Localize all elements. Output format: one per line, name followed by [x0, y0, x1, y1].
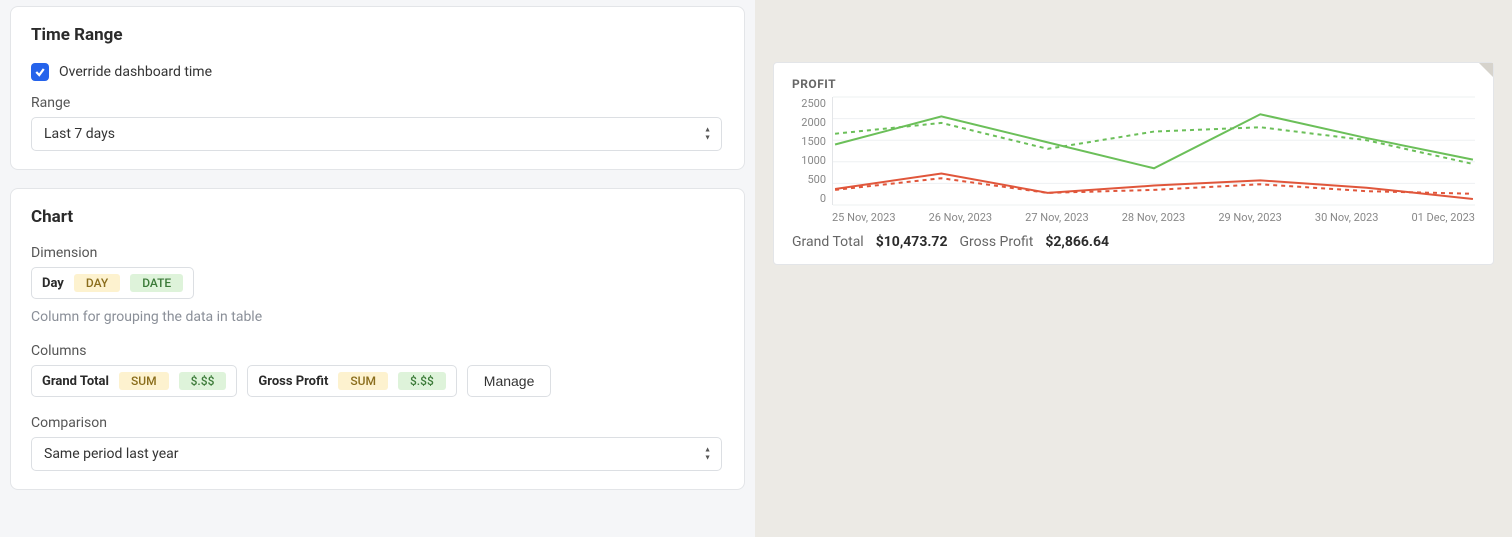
- range-select-value: Last 7 days: [44, 126, 115, 142]
- comparison-select-value: Same period last year: [44, 446, 179, 462]
- columns-label: Columns: [31, 343, 724, 359]
- override-dashboard-time-checkbox[interactable]: [31, 63, 49, 81]
- chart-plot: [832, 97, 1475, 205]
- dimension-chip-day[interactable]: Day DAY DATE: [31, 267, 194, 299]
- range-select[interactable]: Last 7 days ▲▼: [31, 117, 722, 151]
- chart-area: 2500 2000 1500 1000 500 0: [792, 97, 1475, 205]
- time-range-card: Time Range Override dashboard time Range…: [10, 6, 745, 170]
- comparison-select[interactable]: Same period last year ▲▼: [31, 437, 722, 471]
- select-chevron-icon: ▲▼: [704, 127, 711, 142]
- x-tick: 28 Nov, 2023: [1122, 211, 1186, 224]
- chart-series-line: [835, 114, 1473, 168]
- x-tick: 30 Nov, 2023: [1315, 211, 1379, 224]
- total-value: $10,473.72: [876, 234, 948, 250]
- x-axis: 25 Nov, 2023 26 Nov, 2023 27 Nov, 2023 28 N…: [832, 211, 1475, 224]
- column-tag-currency: $.$$: [398, 372, 446, 390]
- y-tick: 1000: [801, 154, 826, 167]
- dimension-tag-day: DAY: [74, 274, 120, 292]
- dimension-help: Column for grouping the data in table: [31, 309, 724, 325]
- column-chip-grand-total[interactable]: Grand Total SUM $.$$: [31, 365, 237, 397]
- y-tick: 500: [807, 173, 826, 186]
- dimension-chip-name: Day: [42, 276, 64, 291]
- y-tick: 1500: [801, 135, 826, 148]
- dimension-tag-date: DATE: [130, 274, 183, 292]
- total-label: Grand Total: [792, 234, 864, 250]
- total-label: Gross Profit: [959, 234, 1033, 250]
- column-chip-gross-profit[interactable]: Gross Profit SUM $.$$: [247, 365, 456, 397]
- column-chip-name: Gross Profit: [258, 374, 328, 389]
- y-axis: 2500 2000 1500 1000 500 0: [792, 97, 832, 205]
- chart-title: PROFIT: [792, 77, 1475, 91]
- column-tag-currency: $.$$: [179, 372, 227, 390]
- y-tick: 2000: [801, 116, 826, 129]
- time-range-title: Time Range: [31, 25, 724, 45]
- chart-totals: Grand Total $10,473.72 Gross Profit $2,8…: [792, 234, 1475, 250]
- card-corner-fold-icon: [1479, 63, 1493, 77]
- x-tick: 26 Nov, 2023: [929, 211, 993, 224]
- x-tick: 27 Nov, 2023: [1025, 211, 1089, 224]
- column-tag-sum: SUM: [338, 372, 388, 390]
- comparison-label: Comparison: [31, 415, 724, 431]
- y-tick: 0: [820, 192, 826, 205]
- column-tag-sum: SUM: [119, 372, 169, 390]
- y-tick: 2500: [801, 97, 826, 110]
- chart-settings-card: Chart Dimension Day DAY DATE Column for …: [10, 188, 745, 490]
- range-label: Range: [31, 95, 724, 111]
- chart-series-line: [835, 173, 1473, 198]
- dimension-label: Dimension: [31, 245, 724, 261]
- x-tick: 01 Dec, 2023: [1411, 211, 1475, 224]
- column-chip-name: Grand Total: [42, 374, 109, 389]
- x-tick: 25 Nov, 2023: [832, 211, 896, 224]
- chart-series-line: [835, 123, 1473, 164]
- profit-chart-card: PROFIT 2500 2000 1500 1000 500 0 25 Nov, 2023…: [773, 62, 1494, 265]
- select-chevron-icon: ▲▼: [704, 447, 711, 462]
- override-dashboard-time-label: Override dashboard time: [59, 64, 212, 80]
- chart-svg: [833, 97, 1475, 205]
- total-value: $2,866.64: [1045, 234, 1109, 250]
- check-icon: [34, 66, 46, 78]
- chart-settings-title: Chart: [31, 207, 724, 227]
- x-tick: 29 Nov, 2023: [1218, 211, 1282, 224]
- manage-columns-button[interactable]: Manage: [467, 365, 552, 397]
